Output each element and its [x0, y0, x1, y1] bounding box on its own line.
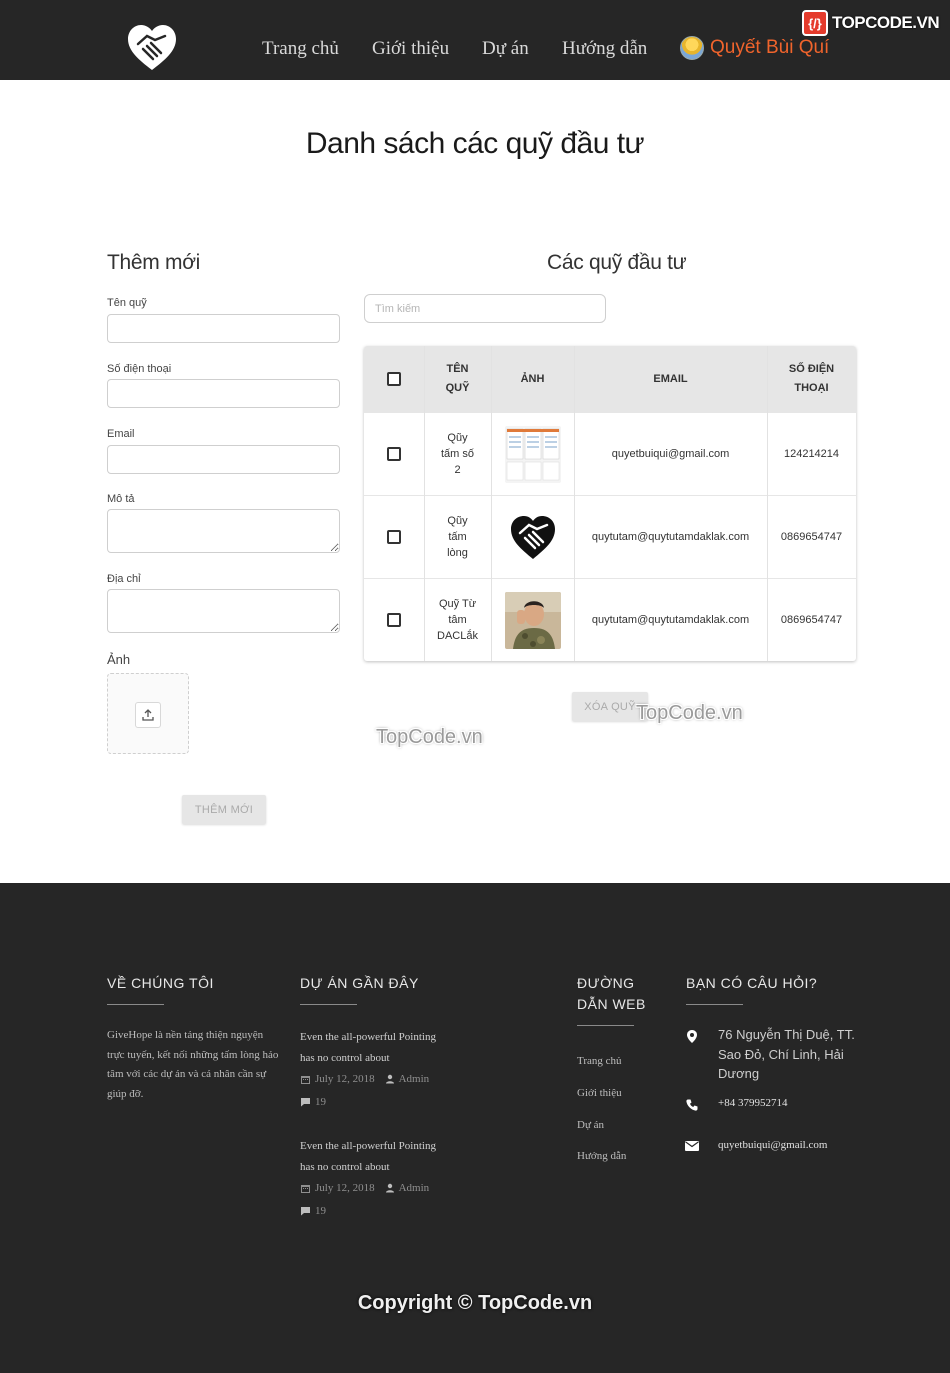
contact-email[interactable]: quyetbuiqui@gmail.com: [718, 1136, 863, 1156]
row-checkbox[interactable]: [387, 447, 401, 461]
footer-link-guide[interactable]: Hướng dẫn: [577, 1150, 626, 1162]
table-row[interactable]: Qũy tấm số 2 quyetbuiqui@gmail.com 12421…: [364, 412, 856, 495]
recent-post-title[interactable]: Even the all-powerful Pointing has no co…: [300, 1027, 448, 1069]
contact-address: 76 Nguyễn Thị Duệ, TT. Sao Đỏ, Chí Linh,…: [718, 1027, 855, 1081]
post-author: Admin: [398, 1182, 430, 1194]
comment-count: 19: [315, 1096, 326, 1108]
user-avatar: [680, 36, 704, 60]
footer-divider: [107, 1004, 164, 1005]
nav-projects[interactable]: Dự án: [482, 38, 529, 60]
soldier-photo-thumbnail: [504, 591, 561, 649]
user-icon: [385, 1183, 394, 1193]
email-label: Email: [107, 428, 135, 440]
site-header: Trang chủ Giới thiệu Dự án Hướng dẫn Quy…: [0, 0, 950, 80]
footer-link-home[interactable]: Trang chủ: [577, 1055, 622, 1067]
document-thumbnail: [504, 425, 561, 483]
topcode-logo-icon: {/}: [802, 10, 828, 36]
calendar-icon: [301, 1184, 310, 1193]
topcode-watermark: TopCode.vn: [376, 726, 483, 748]
image-label: Ảnh: [107, 652, 131, 667]
footer-divider: [686, 1004, 743, 1005]
recent-post-meta: July 12, 2018 Admin: [300, 1182, 429, 1194]
phone-cell: 0869654747: [780, 614, 843, 626]
nav-guide[interactable]: Hướng dẫn: [562, 38, 647, 60]
footer-link-projects[interactable]: Dự án: [577, 1119, 604, 1131]
row-checkbox[interactable]: [387, 530, 401, 544]
fund-name-input[interactable]: [107, 314, 340, 343]
nav-home[interactable]: Trang chủ: [262, 38, 339, 60]
fund-name-cell: Qũy tấm lòng: [447, 515, 468, 559]
col-image[interactable]: ẢNH: [491, 346, 574, 412]
copyright: Copyright © TopCode.vn: [357, 1292, 593, 1314]
email-input[interactable]: [107, 445, 340, 474]
email-cell: quyetbuiqui@gmail.com: [611, 448, 730, 460]
fund-list-title: Các quỹ đầu tư: [547, 251, 687, 274]
select-all-checkbox[interactable]: [387, 372, 401, 386]
fund-table: TÊN QUỸ ẢNH EMAIL SỐ ĐIỆN THOẠI Qũy tấm …: [364, 346, 856, 661]
handshake-heart-thumbnail: [504, 508, 561, 566]
phone-icon: [684, 1097, 700, 1113]
footer-contact-title: BẠN CÓ CÂU HỎI?: [686, 975, 818, 991]
recent-post-meta: July 12, 2018 Admin: [300, 1073, 429, 1085]
envelope-icon: [684, 1138, 700, 1154]
post-date: July 12, 2018: [315, 1182, 375, 1194]
table-row[interactable]: Quỹ Từ tâm DACLắk quytutam@quytutamdakla…: [364, 578, 856, 661]
col-phone[interactable]: SỐ ĐIỆN THOẠI: [767, 346, 856, 412]
fund-name-label: Tên quỹ: [107, 297, 147, 309]
description-textarea[interactable]: [107, 509, 340, 553]
row-checkbox[interactable]: [387, 613, 401, 627]
col-email[interactable]: EMAIL: [574, 346, 767, 412]
recent-post-title[interactable]: Even the all-powerful Pointing has no co…: [300, 1136, 448, 1178]
fund-name-cell: Quỹ Từ tâm DACLắk: [437, 598, 478, 642]
description-label: Mô tả: [107, 493, 135, 505]
footer-guide-title: ĐƯỜNG DẪN WEB: [577, 975, 646, 1012]
topcode-watermark: TopCode.vn: [636, 702, 743, 724]
handshake-heart-logo-icon[interactable]: [125, 22, 179, 74]
fund-name-cell: Qũy tấm số 2: [440, 432, 474, 476]
page-title: Danh sách các quỹ đầu tư: [305, 127, 645, 160]
comment-count: 19: [315, 1205, 326, 1217]
col-fund-name[interactable]: TÊN QUỸ: [424, 346, 491, 412]
phone-label: Số điện thoại: [107, 363, 172, 375]
post-date: July 12, 2018: [315, 1073, 375, 1085]
nav-about[interactable]: Giới thiệu: [372, 38, 449, 60]
email-cell: quytutam@quytutamdaklak.com: [591, 531, 750, 543]
address-textarea[interactable]: [107, 589, 340, 633]
phone-cell: 124214214: [783, 448, 840, 460]
address-label: Địa chỉ: [107, 573, 141, 585]
user-icon: [385, 1074, 394, 1084]
footer-link-about[interactable]: Giới thiệu: [577, 1087, 622, 1099]
user-name: Quyết Bùi Quí: [710, 37, 830, 58]
upload-button[interactable]: [135, 702, 161, 728]
table-header: TÊN QUỸ ẢNH EMAIL SỐ ĐIỆN THOẠI: [364, 346, 856, 412]
email-cell: quytutam@quytutamdaklak.com: [591, 614, 750, 626]
calendar-icon: [301, 1075, 310, 1084]
footer-divider: [577, 1025, 634, 1026]
footer-about-text: GiveHope là nền tảng thiện nguyện trực t…: [107, 1029, 279, 1100]
footer-projects-title: DỰ ÁN GẦN ĐÂY: [300, 975, 419, 991]
user-menu[interactable]: Quyết Bùi Quí: [680, 36, 829, 60]
post-author: Admin: [398, 1073, 430, 1085]
search-input[interactable]: [364, 294, 606, 323]
phone-input[interactable]: [107, 379, 340, 408]
select-all-cell: [364, 346, 424, 412]
upload-icon: [142, 709, 154, 721]
comment-icon: [301, 1207, 310, 1216]
recent-post-comments: 19: [300, 1096, 326, 1108]
map-marker-icon: [684, 1028, 700, 1044]
comment-icon: [301, 1098, 310, 1107]
footer-about-title: VỀ CHÚNG TÔI: [107, 975, 214, 991]
contact-phone[interactable]: +84 379952714: [718, 1094, 863, 1114]
add-fund-button[interactable]: THÊM MỚI: [182, 795, 266, 824]
table-row[interactable]: Qũy tấm lòng quytutam@quytutamdaklak.com…: [364, 495, 856, 578]
recent-post-comments: 19: [300, 1205, 326, 1217]
footer-divider: [300, 1004, 357, 1005]
phone-cell: 0869654747: [780, 531, 843, 543]
form-title: Thêm mới: [107, 251, 201, 274]
topcode-watermark: {/} TOPCODE.VN: [802, 10, 940, 36]
image-upload-dropzone[interactable]: [107, 673, 189, 754]
